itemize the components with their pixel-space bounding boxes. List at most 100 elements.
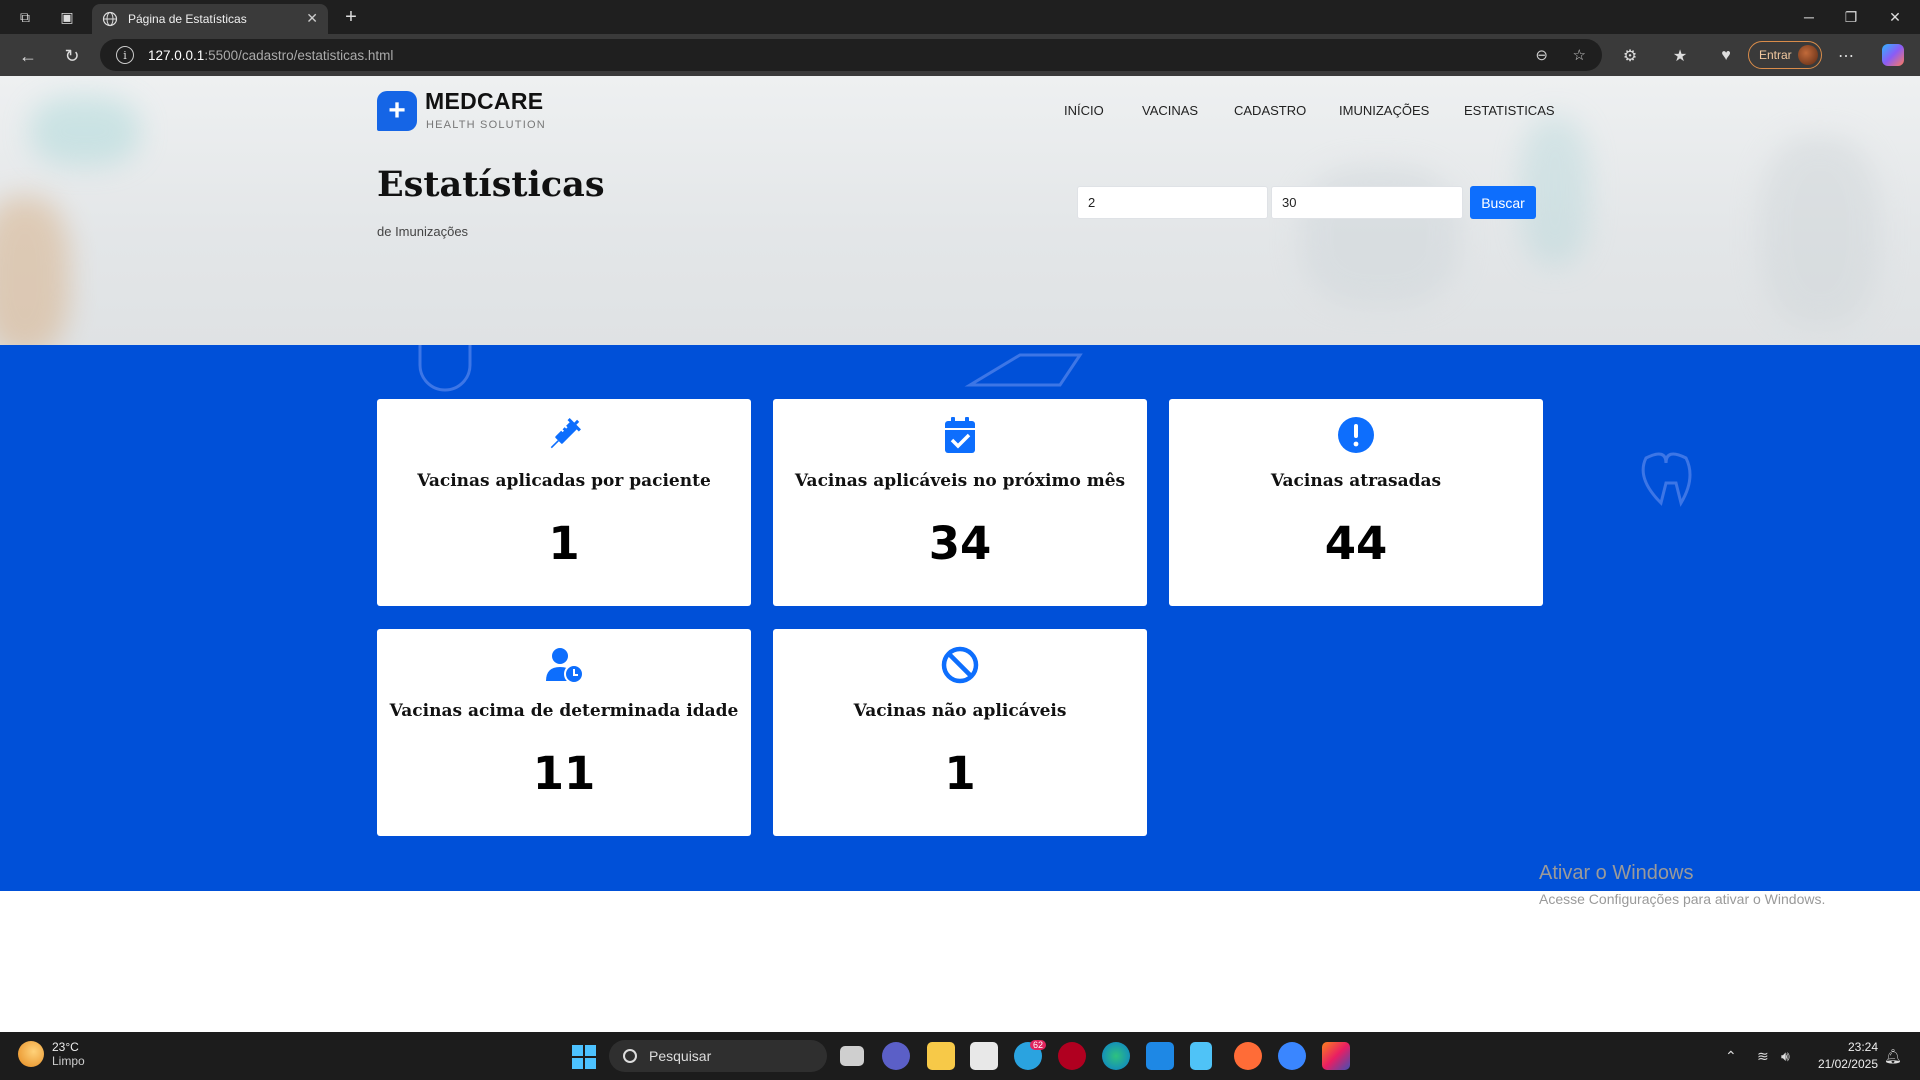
browser-toolbar: ← ↻ i 127.0.0.1:5500/cadastro/estatistic… — [0, 34, 1920, 76]
card-title: Vacinas acima de determinada idade — [389, 701, 739, 721]
weather-condition: Limpo — [52, 1054, 85, 1068]
reload-button[interactable]: ↻ — [58, 42, 86, 70]
decorative-syringe-icon — [964, 353, 1083, 387]
page-subtitle: de Imunizações — [377, 224, 469, 239]
ban-icon — [941, 646, 979, 684]
weather-moon-icon — [18, 1041, 44, 1067]
clock-date: 21/02/2025 — [1817, 1057, 1878, 1071]
tray-chevron-icon[interactable]: ⌃ — [1725, 1048, 1737, 1065]
file-explorer-icon[interactable] — [927, 1042, 955, 1070]
intellij-icon[interactable] — [1322, 1042, 1350, 1070]
weather-temp: 23°C — [52, 1040, 79, 1054]
favorite-star-icon[interactable]: ☆ — [1573, 46, 1586, 64]
close-tab-icon[interactable]: ✕ — [306, 10, 318, 27]
notepad-icon[interactable] — [1190, 1042, 1212, 1070]
page-title: Estatísticas — [377, 164, 605, 205]
hero-bg-shape — [30, 96, 140, 166]
minimize-button[interactable]: ─ — [1786, 0, 1832, 34]
favorites-icon[interactable]: ★ — [1668, 44, 1692, 68]
url-host: 127.0.0.1 — [148, 47, 205, 63]
nav-imunizacoes[interactable]: IMUNIZAÇÕES — [1339, 103, 1429, 118]
card-value: 11 — [532, 747, 596, 800]
restore-button[interactable]: ❐ — [1828, 0, 1874, 34]
logo-cross-icon[interactable]: + — [377, 91, 417, 131]
watermark-title: Ativar o Windows — [1539, 862, 1694, 884]
extensions-icon[interactable]: ⚙ — [1618, 44, 1642, 68]
more-options-icon[interactable]: ⋯ — [1834, 44, 1858, 68]
task-view-icon[interactable] — [840, 1046, 864, 1066]
stat-card-above-age: Vacinas acima de determinada idade 11 — [377, 629, 751, 836]
card-title: Vacinas não aplicáveis — [853, 701, 1067, 721]
browser-tab[interactable]: Página de Estatísticas ✕ — [92, 4, 328, 34]
card-value: 1 — [944, 747, 976, 800]
card-value: 1 — [548, 517, 580, 570]
filter-input-1[interactable] — [1077, 186, 1268, 219]
nav-estatisticas[interactable]: ESTATISTICAS — [1464, 103, 1555, 118]
new-tab-button[interactable]: + — [338, 4, 364, 30]
calendar-check-icon — [945, 417, 975, 453]
tab-actions-icon[interactable]: ▣ — [44, 0, 90, 34]
site-info-icon[interactable]: i — [116, 46, 134, 64]
security-app-icon[interactable] — [1058, 1042, 1086, 1070]
avatar — [1798, 45, 1818, 65]
copilot-icon[interactable] — [1882, 44, 1904, 66]
address-bar[interactable]: i 127.0.0.1:5500/cadastro/estatisticas.h… — [100, 39, 1602, 71]
decorative-tooth-icon — [1641, 452, 1692, 507]
wifi-icon[interactable]: ≋ — [1757, 1048, 1769, 1065]
hero-bg-shape — [1760, 136, 1880, 326]
weather-widget[interactable]: 23°C Limpo — [18, 1040, 85, 1068]
back-button[interactable]: ← — [14, 42, 42, 70]
hero-section: + MEDCARE HEALTH SOLUTION INÍCIO VACINAS… — [0, 76, 1920, 345]
clock-time: 23:24 — [1847, 1040, 1878, 1054]
system-clock[interactable]: 23:24 21/02/2025 — [1808, 1039, 1878, 1073]
notifications-bell-icon[interactable]: 🔔︎ — [1884, 1048, 1902, 1065]
hero-bg-shape — [0, 196, 70, 345]
nav-cadastro[interactable]: CADASTRO — [1234, 103, 1306, 118]
stat-card-not-applicable: Vacinas não aplicáveis 1 — [773, 629, 1147, 836]
decorative-stethoscope-icon — [418, 345, 472, 392]
user-clock-icon — [546, 648, 584, 684]
stat-card-next-month: Vacinas aplicáveis no próximo mês 34 — [773, 399, 1147, 606]
globe-icon — [102, 11, 118, 27]
card-title: Vacinas atrasadas — [1270, 471, 1442, 491]
card-title: Vacinas aplicadas por paciente — [417, 471, 711, 491]
close-window-button[interactable]: ✕ — [1872, 0, 1918, 34]
nav-vacinas[interactable]: VACINAS — [1142, 103, 1198, 118]
edge-icon[interactable] — [1102, 1042, 1130, 1070]
exclamation-circle-icon — [1338, 417, 1374, 453]
windows-activation-watermark: Ativar o Windows Acesse Configurações pa… — [1539, 862, 1825, 907]
search-label: Pesquisar — [649, 1048, 712, 1064]
card-value: 34 — [928, 517, 992, 570]
signin-label: Entrar — [1759, 48, 1792, 62]
vscode-icon[interactable] — [1146, 1042, 1174, 1070]
brand-name[interactable]: MEDCARE — [425, 88, 543, 115]
statistics-section: Vacinas aplicadas por paciente 1 Vacinas… — [0, 345, 1920, 891]
stat-card-applied-per-patient: Vacinas aplicadas por paciente 1 — [377, 399, 751, 606]
workspaces-icon[interactable]: ⧉ — [2, 0, 48, 34]
card-title: Vacinas aplicáveis no próximo mês — [794, 471, 1126, 491]
tab-title: Página de Estatísticas — [128, 12, 247, 26]
nav-inicio[interactable]: INÍCIO — [1064, 103, 1104, 118]
zoom-icon[interactable]: ⊖ — [1535, 46, 1548, 64]
store-icon[interactable] — [970, 1042, 998, 1070]
start-windows-icon[interactable] — [572, 1045, 596, 1069]
search-button[interactable]: Buscar — [1470, 186, 1536, 219]
taskbar-search[interactable]: Pesquisar — [609, 1040, 827, 1072]
watermark-text: Acesse Configurações para ativar o Windo… — [1539, 891, 1826, 907]
filter-input-2[interactable] — [1271, 186, 1463, 219]
notification-badge: 62 — [1030, 1040, 1047, 1050]
teams-icon[interactable] — [882, 1042, 910, 1070]
card-value: 44 — [1324, 517, 1388, 570]
url-path: :5500/cadastro/estatisticas.html — [204, 47, 394, 63]
taskbar: 23°C Limpo Pesquisar 62 ⌃ ≋ 🔊︎ 23:24 21/… — [0, 1032, 1920, 1080]
browser-tab-bar: ⧉ ▣ Página de Estatísticas ✕ + ─ ❐ ✕ — [0, 0, 1920, 34]
stat-card-overdue: Vacinas atrasadas 44 — [1169, 399, 1543, 606]
signin-button[interactable]: Entrar — [1748, 41, 1822, 69]
postman-icon[interactable] — [1234, 1042, 1262, 1070]
app-icon[interactable] — [1278, 1042, 1306, 1070]
search-icon — [623, 1049, 637, 1063]
syringe-icon — [550, 418, 581, 449]
brand-tagline: HEALTH SOLUTION — [426, 119, 546, 131]
volume-icon[interactable]: 🔊︎ — [1781, 1048, 1790, 1065]
browser-essentials-icon[interactable]: ♥ — [1714, 44, 1738, 68]
